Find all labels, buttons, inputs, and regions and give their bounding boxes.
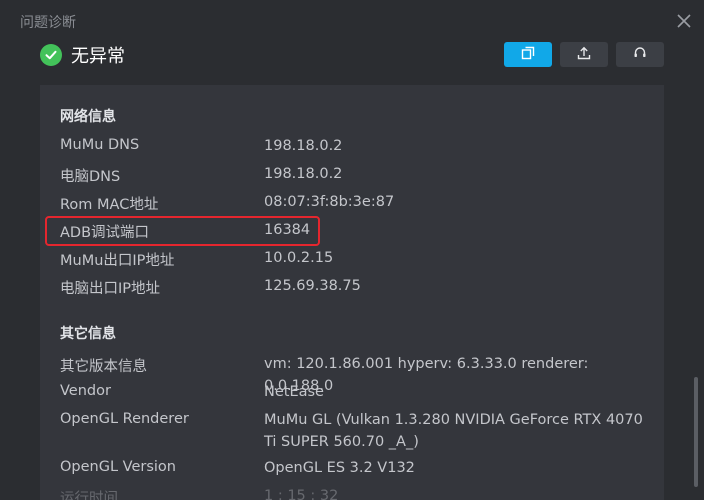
row-adb-port-value: 16384 — [264, 222, 311, 238]
section-other-heading: 其它信息 — [60, 325, 116, 341]
row-gl-renderer-value: MuMu GL (Vulkan 1.3.280 NVIDIA GeForce R… — [264, 412, 643, 450]
customer-service-button[interactable] — [616, 42, 664, 67]
row-version-label: 其它版本信息 — [60, 359, 147, 375]
row-vendor-label: Vendor — [60, 383, 111, 399]
row-mumu-ip-value: 10.0.2.15 — [264, 250, 334, 266]
title-bar: 问题诊断 — [0, 0, 704, 42]
row-rom-mac-value: 08:07:3f:8b:3e:87 — [264, 194, 395, 210]
diagnosis-status: 无异常 — [40, 43, 125, 67]
row-pc-ip-label: 电脑出口IP地址 — [60, 281, 161, 297]
upload-button[interactable] — [560, 42, 608, 67]
status-text: 无异常 — [71, 46, 125, 67]
row-gl-version-value: OpenGL ES 3.2 V132 — [264, 460, 415, 476]
headset-icon — [633, 45, 647, 64]
row-pc-dns-value: 198.18.0.2 — [264, 166, 343, 182]
row-mumu-dns-label: MuMu DNS — [60, 137, 140, 153]
row-vendor-value: NetEase — [264, 384, 324, 400]
row-pc-dns-label: 电脑DNS — [60, 169, 121, 185]
window-title: 问题诊断 — [20, 15, 76, 31]
section-network-heading: 网络信息 — [60, 108, 116, 124]
row-mumu-dns-value: 198.18.0.2 — [264, 138, 343, 154]
copy-button[interactable] — [504, 42, 552, 67]
row-rom-mac-label: Rom MAC地址 — [60, 197, 159, 213]
adb-port-highlight — [45, 216, 320, 246]
copy-icon — [521, 45, 535, 64]
row-gl-version-label: OpenGL Version — [60, 459, 176, 475]
close-icon[interactable] — [674, 11, 694, 31]
check-circle-icon — [40, 44, 62, 66]
row-gl-renderer-label: OpenGL Renderer — [60, 411, 189, 427]
diagnosis-info-panel: 网络信息 MuMu DNS 198.18.0.2 电脑DNS 198.18.0.… — [40, 85, 664, 500]
row-mumu-ip-label: MuMu出口IP地址 — [60, 253, 175, 269]
row-pc-ip-value: 125.69.38.75 — [264, 278, 361, 294]
row-uptime-value: 1 : 15 : 32 — [264, 488, 339, 500]
scrollbar-thumb[interactable] — [694, 377, 698, 487]
row-uptime-label: 运行时间 — [60, 491, 118, 500]
upload-icon — [577, 45, 591, 64]
